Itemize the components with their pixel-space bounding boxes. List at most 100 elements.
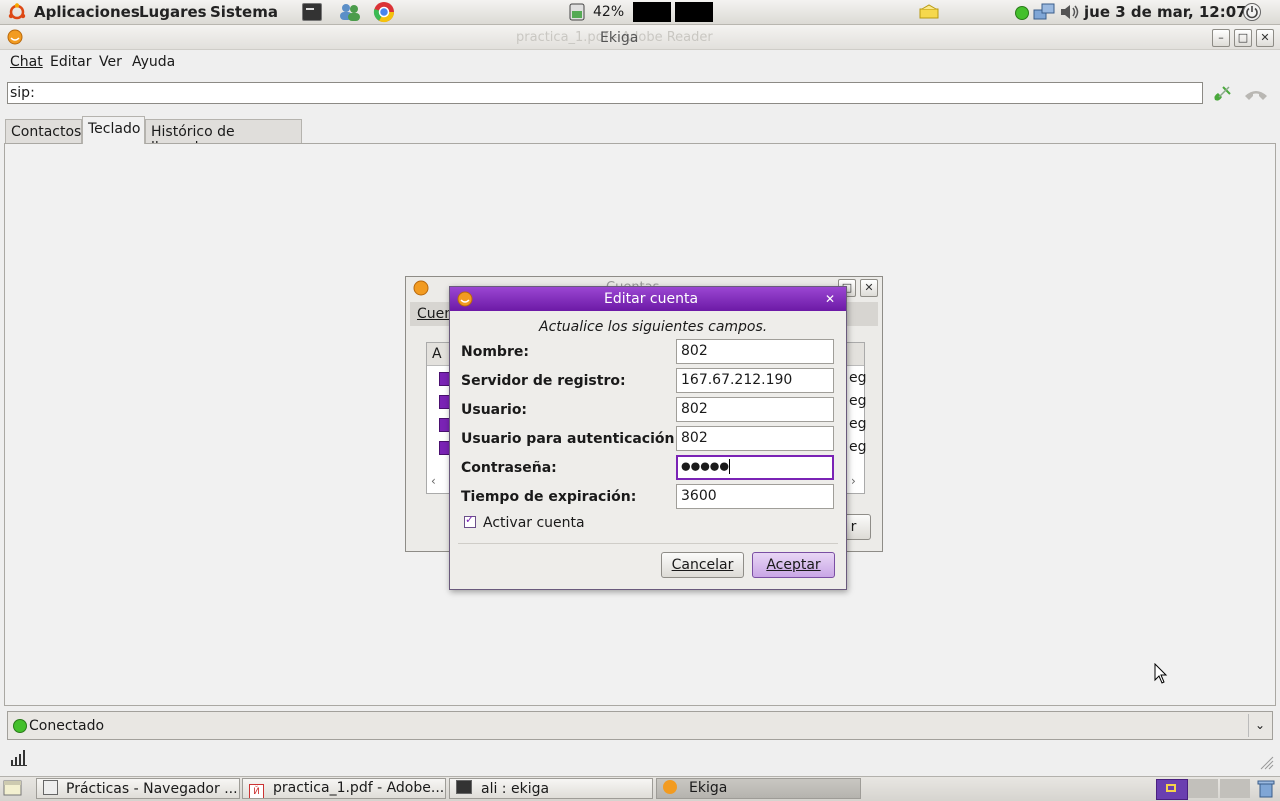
edit-dialog-close-button[interactable]: ✕ <box>822 291 838 307</box>
servidor-value: 167.67.212.190 <box>681 372 793 388</box>
servidor-field[interactable]: 167.67.212.190 <box>676 368 834 393</box>
ubuntu-logo-icon[interactable] <box>8 3 26 21</box>
terminal-icon <box>456 780 472 794</box>
taskbar-item-pdf[interactable]: Йpractica_1.pdf - Adobe... <box>242 778 446 799</box>
checkmark-icon: ✓ <box>465 513 475 526</box>
top-panel: Aplicaciones Lugares Sistema 42% jue 3 d… <box>0 0 1280 25</box>
menu-editar[interactable]: Editar <box>50 54 91 70</box>
servidor-label: Servidor de registro: <box>461 373 626 389</box>
edit-dialog-instruction: Actualice los siguientes campos. <box>539 319 768 335</box>
accounts-close-button[interactable]: ✕ <box>860 279 878 297</box>
menu-sistema[interactable]: Sistema <box>210 3 278 21</box>
taskbar-item-ekiga[interactable]: Ekiga <box>656 778 861 799</box>
workspace-1[interactable] <box>1156 779 1188 800</box>
edit-dialog-title: Editar cuenta <box>604 291 699 307</box>
menu-ayuda[interactable]: Ayuda <box>132 54 175 70</box>
ekiga-app-icon <box>7 29 23 45</box>
window-titlebar[interactable]: practica_1.pdf - Adobe Reader Ekiga – □ … <box>0 25 1280 50</box>
presence-status-selector[interactable]: Conectado ⌄ <box>7 711 1273 740</box>
activar-cuenta-checkbox[interactable]: ✓ <box>464 513 476 528</box>
taskbar-item-terminal[interactable]: ali : ekiga <box>449 778 653 799</box>
notes-icon[interactable] <box>919 4 939 20</box>
minimize-button[interactable]: – <box>1212 29 1230 47</box>
taskbar-item-label: Ekiga <box>689 780 728 796</box>
account-row-text: eg <box>849 393 867 409</box>
account-row-text: eg <box>849 370 867 386</box>
usuario-auth-label: Usuario para autenticación: <box>461 431 681 447</box>
terminal-launcher-icon[interactable] <box>302 3 322 21</box>
accounts-button-fragment: r <box>850 519 857 535</box>
menubar: Chat Editar Ver Ayuda <box>0 50 1280 76</box>
account-row-text: eg <box>849 416 867 432</box>
hangup-button-icon[interactable] <box>1243 84 1269 104</box>
expiracion-field[interactable]: 3600 <box>676 484 834 509</box>
accept-button[interactable]: Aceptar <box>752 552 835 578</box>
usuario-auth-field[interactable]: 802 <box>676 426 834 451</box>
presence-status-text: Conectado <box>29 718 105 734</box>
pdf-icon: Й <box>249 784 264 798</box>
usuario-value: 802 <box>681 401 708 417</box>
nombre-value: 802 <box>681 343 708 359</box>
workspace-3[interactable] <box>1220 779 1250 798</box>
signal-strength-icon[interactable] <box>10 748 28 766</box>
usuario-field[interactable]: 802 <box>676 397 834 422</box>
chevron-down-icon[interactable]: ⌄ <box>1248 714 1271 737</box>
edit-account-dialog: Editar cuenta ✕ Actualice los siguientes… <box>449 286 847 590</box>
tab-contactos-label: Contactos <box>11 124 82 140</box>
call-button-icon[interactable] <box>1210 82 1234 106</box>
network-icon[interactable] <box>1032 2 1056 22</box>
accept-button-label: Aceptar <box>766 557 821 573</box>
dialog-separator <box>458 543 838 544</box>
clock[interactable]: jue 3 de mar, 12:07 <box>1084 3 1247 21</box>
contrasena-field[interactable]: ●●●●● <box>676 455 834 480</box>
window-title: Ekiga <box>600 30 639 46</box>
contrasena-value: ●●●●● <box>681 459 729 473</box>
ekiga-status-icon[interactable] <box>1014 5 1030 21</box>
menu-lugares[interactable]: Lugares <box>139 3 207 21</box>
contacts-launcher-icon[interactable] <box>338 2 362 22</box>
nombre-field[interactable]: 802 <box>676 339 834 364</box>
expiracion-label: Tiempo de expiración: <box>461 489 637 505</box>
accounts-column-header[interactable]: A <box>432 346 442 362</box>
scroll-right-icon[interactable]: › <box>851 474 856 488</box>
trash-icon[interactable] <box>1256 779 1276 799</box>
cancel-button-label: Cancelar <box>671 557 734 573</box>
nombre-label: Nombre: <box>461 344 529 360</box>
edit-dialog-titlebar[interactable]: Editar cuenta ✕ <box>450 287 846 311</box>
memory-monitor-graph[interactable] <box>675 2 713 22</box>
mouse-pointer-icon <box>1154 663 1168 684</box>
cancel-button[interactable]: Cancelar <box>661 552 744 578</box>
tab-teclado[interactable]: Teclado <box>82 116 145 144</box>
usuario-auth-value: 802 <box>681 430 708 446</box>
expiracion-value: 3600 <box>681 488 717 504</box>
power-icon[interactable] <box>1242 2 1262 22</box>
edit-dialog-app-icon <box>457 291 473 307</box>
taskbar-item-navegador[interactable]: Prácticas - Navegador ... <box>36 778 240 799</box>
usuario-label: Usuario: <box>461 402 528 418</box>
cpu-monitor-graph[interactable] <box>633 2 671 22</box>
tab-contactos[interactable]: Contactos <box>5 119 82 143</box>
taskbar-item-label: practica_1.pdf - Adobe... <box>273 780 445 796</box>
tab-historico[interactable]: Histórico de llamadas <box>145 119 302 156</box>
account-row-text: eg <box>849 439 867 455</box>
online-status-icon <box>13 719 27 733</box>
scroll-left-icon[interactable]: ‹ <box>431 474 436 488</box>
close-button[interactable]: ✕ <box>1256 29 1274 47</box>
battery-percent: 42% <box>593 4 625 20</box>
sip-uri-input[interactable]: sip: <box>7 82 1203 104</box>
battery-icon[interactable] <box>566 3 590 21</box>
workspace-2[interactable] <box>1188 779 1218 798</box>
resize-grip-icon[interactable] <box>1260 756 1274 770</box>
activar-cuenta-label[interactable]: Activar cuenta <box>483 515 585 531</box>
menu-aplicaciones[interactable]: Aplicaciones <box>34 3 140 21</box>
menu-ver[interactable]: Ver <box>99 54 122 70</box>
taskbar-item-label: ali : ekiga <box>481 781 550 797</box>
taskbar-item-label: Prácticas - Navegador ... <box>66 781 238 797</box>
menu-chat[interactable]: Chat <box>10 54 43 70</box>
maximize-button[interactable]: □ <box>1234 29 1252 47</box>
show-desktop-icon[interactable] <box>3 779 23 798</box>
accounts-dialog-app-icon <box>413 280 429 296</box>
chrome-launcher-icon[interactable] <box>373 1 395 23</box>
accounts-menu-cuentas[interactable]: Cuen <box>417 306 453 322</box>
volume-icon[interactable] <box>1059 3 1081 21</box>
